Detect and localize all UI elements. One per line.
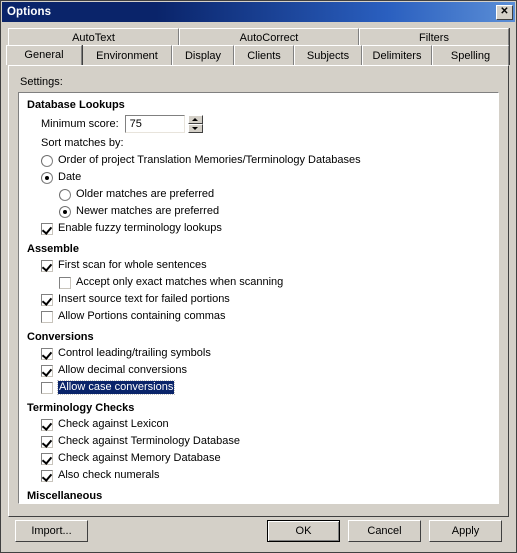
checkbox-label: Insert source text for failed portions bbox=[58, 293, 230, 305]
radio-icon bbox=[41, 154, 53, 167]
checkbox-first-scan[interactable]: First scan for whole sentences bbox=[27, 257, 490, 274]
checkbox-check-terminology-db[interactable]: Check against Terminology Database bbox=[27, 433, 490, 450]
radio-icon bbox=[41, 171, 53, 184]
radio-label: Date bbox=[58, 171, 82, 183]
settings-label: Settings: bbox=[20, 76, 63, 88]
minimum-score-value: 75 bbox=[129, 118, 142, 130]
checkbox-label: Enable fuzzy terminology lookups bbox=[58, 222, 222, 234]
tab-spelling[interactable]: Spelling bbox=[432, 45, 509, 65]
checkbox-allow-commas[interactable]: Allow Portions containing commas bbox=[27, 308, 490, 325]
checkbox-label: Check against Memory Database bbox=[58, 452, 221, 464]
checkbox-icon bbox=[41, 347, 53, 360]
radio-label: Older matches are preferred bbox=[76, 188, 215, 200]
tab-label: Delimiters bbox=[372, 49, 422, 62]
tab-row-lower: General Environment Display Clients Subj… bbox=[6, 45, 509, 65]
tab-delimiters[interactable]: Delimiters bbox=[362, 45, 432, 65]
dialog-footer: Import... OK Cancel Apply bbox=[1, 510, 516, 552]
checkbox-case-conversions[interactable]: Allow case conversions bbox=[27, 379, 490, 396]
tab-label: General bbox=[24, 49, 64, 61]
group-title-miscellaneous: Miscellaneous bbox=[27, 490, 103, 502]
ok-button[interactable]: OK bbox=[267, 520, 340, 542]
cancel-button[interactable]: Cancel bbox=[348, 520, 421, 542]
checkbox-label: Also check numerals bbox=[58, 469, 160, 481]
tab-label: Environment bbox=[96, 49, 158, 62]
minimum-score-stepper[interactable] bbox=[187, 115, 203, 133]
checkbox-decimal-conversions[interactable]: Allow decimal conversions bbox=[27, 362, 490, 379]
radio-icon bbox=[59, 188, 71, 201]
tab-display[interactable]: Display bbox=[172, 45, 234, 65]
minimum-score-row: Minimum score: 75 bbox=[27, 113, 490, 135]
radio-sort-order[interactable]: Order of project Translation Memories/Te… bbox=[27, 152, 490, 169]
radio-icon bbox=[59, 205, 71, 218]
radio-sort-date[interactable]: Date bbox=[27, 169, 490, 186]
group-title-conversions: Conversions bbox=[27, 331, 94, 343]
close-icon[interactable]: ✕ bbox=[496, 4, 513, 20]
title-bar: Options ✕ bbox=[2, 2, 515, 22]
checkbox-fuzzy-lookups[interactable]: Enable fuzzy terminology lookups bbox=[27, 220, 490, 237]
checkbox-icon bbox=[41, 452, 53, 465]
tab-label: Filters bbox=[419, 31, 449, 44]
checkbox-icon bbox=[41, 222, 53, 235]
options-dialog: Options ✕ AutoText AutoCorrect Filters G… bbox=[0, 0, 517, 553]
checkbox-check-numerals[interactable]: Also check numerals bbox=[27, 467, 490, 484]
tab-label: Subjects bbox=[306, 49, 350, 62]
checkbox-label: Accept only exact matches when scanning bbox=[76, 276, 284, 288]
import-button[interactable]: Import... bbox=[15, 520, 88, 542]
checkbox-icon bbox=[41, 469, 53, 482]
tab-general[interactable]: General bbox=[6, 45, 82, 65]
checkbox-control-symbols[interactable]: Control leading/trailing symbols bbox=[27, 345, 490, 362]
radio-label: Newer matches are preferred bbox=[76, 205, 220, 217]
checkbox-label: Control leading/trailing symbols bbox=[58, 347, 211, 359]
checkbox-icon bbox=[41, 418, 53, 431]
settings-list: Database Lookups Minimum score: 75 Sort … bbox=[18, 92, 499, 504]
checkbox-label: Allow case conversions bbox=[56, 380, 176, 395]
checkbox-accept-exact[interactable]: Accept only exact matches when scanning bbox=[27, 274, 490, 291]
group-title-assemble: Assemble bbox=[27, 243, 79, 255]
radio-label: Order of project Translation Memories/Te… bbox=[58, 154, 361, 166]
checkbox-icon bbox=[41, 364, 53, 377]
tab-label: Spelling bbox=[450, 49, 491, 62]
checkbox-label: First scan for whole sentences bbox=[58, 259, 207, 271]
checkbox-check-memory-db[interactable]: Check against Memory Database bbox=[27, 450, 490, 467]
checkbox-label: Allow decimal conversions bbox=[58, 364, 187, 376]
checkbox-insert-source[interactable]: Insert source text for failed portions bbox=[27, 291, 490, 308]
checkbox-check-lexicon[interactable]: Check against Lexicon bbox=[27, 416, 490, 433]
checkbox-icon bbox=[59, 276, 71, 289]
group-title-terminology-checks: Terminology Checks bbox=[27, 402, 135, 414]
checkbox-icon bbox=[41, 381, 53, 394]
checkbox-label: Allow Portions containing commas bbox=[58, 310, 226, 322]
checkbox-label: Check against Lexicon bbox=[58, 418, 169, 430]
radio-older-matches[interactable]: Older matches are preferred bbox=[27, 186, 490, 203]
checkbox-icon bbox=[41, 435, 53, 448]
apply-button[interactable]: Apply bbox=[429, 520, 502, 542]
checkbox-icon bbox=[41, 293, 53, 306]
tab-strip: AutoText AutoCorrect Filters General Env… bbox=[1, 22, 516, 65]
group-title-database-lookups: Database Lookups bbox=[27, 99, 125, 111]
tab-label: AutoCorrect bbox=[239, 31, 299, 44]
window-title: Options bbox=[7, 6, 52, 18]
checkbox-icon bbox=[41, 259, 53, 272]
tab-environment[interactable]: Environment bbox=[82, 45, 172, 65]
radio-newer-matches[interactable]: Newer matches are preferred bbox=[27, 203, 490, 220]
tab-label: AutoText bbox=[72, 31, 115, 44]
sort-matches-label: Sort matches by: bbox=[41, 137, 124, 149]
minimum-score-input[interactable]: 75 bbox=[124, 115, 185, 133]
checkbox-label: Check against Terminology Database bbox=[58, 435, 241, 447]
tab-label: Display bbox=[184, 49, 222, 62]
minimum-score-label: Minimum score: bbox=[41, 118, 119, 130]
stepper-up-icon[interactable] bbox=[187, 115, 203, 124]
tab-label: Clients bbox=[247, 49, 281, 62]
tab-subjects[interactable]: Subjects bbox=[294, 45, 362, 65]
tab-panel-general: Settings: Database Lookups Minimum score… bbox=[8, 65, 509, 517]
checkbox-icon bbox=[41, 310, 53, 323]
tab-clients[interactable]: Clients bbox=[234, 45, 294, 65]
stepper-down-icon[interactable] bbox=[187, 124, 203, 133]
